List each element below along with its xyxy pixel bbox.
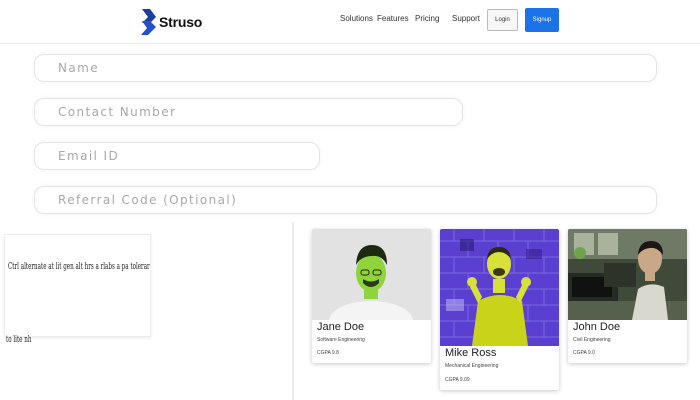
profile-card[interactable]: Jane Doe Software Engineering CGPA 9.8 [312, 229, 431, 363]
promo-text: Ctrl alternate at lit gen alt hrs a rlab… [8, 262, 150, 272]
email-input[interactable] [35, 143, 319, 169]
profile-photo [568, 229, 687, 320]
profile-role: Software Engineering [317, 337, 365, 343]
nav-features[interactable]: Features [377, 14, 409, 23]
profile-cgpa: CGPA 9.09 [445, 377, 470, 383]
contact-number-input[interactable] [35, 99, 462, 125]
nav-solutions[interactable]: Solutions [340, 14, 373, 23]
name-field-wrapper [34, 54, 657, 82]
email-field-wrapper [34, 142, 320, 170]
profile-cgpa: CGPA 9.8 [317, 350, 339, 356]
promo-card: Ctrl alternate at lit gen alt hrs a rlab… [4, 234, 151, 337]
referral-code-input[interactable] [35, 187, 656, 213]
profile-card[interactable]: Mike Ross Mechanical Engineering CGPA 9.… [440, 229, 559, 390]
login-button[interactable]: Login [487, 9, 518, 31]
profile-name: John Doe [573, 321, 621, 333]
profile-photo [440, 229, 559, 346]
profile-photo [312, 229, 431, 320]
profile-role: Mechanical Engineering [445, 363, 499, 369]
nav-support[interactable]: Support [452, 14, 480, 23]
profile-cgpa: CGPA 9.0 [573, 350, 595, 356]
section-divider [292, 222, 294, 400]
profile-name: Jane Doe [317, 321, 365, 333]
name-input[interactable] [35, 55, 656, 81]
profile-card[interactable]: John Doe Civil Engineering CGPA 9.0 [568, 229, 687, 363]
brand-logo[interactable]: Struso [141, 8, 202, 36]
nav-pricing[interactable]: Pricing [415, 14, 439, 23]
profile-role: Civil Engineering [573, 337, 611, 343]
promo-text-overflow: to lite nh [6, 335, 32, 345]
brand-name: Struso [159, 14, 203, 30]
profile-name: Mike Ross [445, 347, 497, 359]
referral-field-wrapper [34, 186, 657, 214]
navbar: Struso Solutions Features Pricing Suppor… [0, 0, 700, 44]
signup-button[interactable]: Signup [525, 8, 559, 32]
struso-logo-icon [141, 9, 156, 35]
contact-field-wrapper [34, 98, 463, 126]
